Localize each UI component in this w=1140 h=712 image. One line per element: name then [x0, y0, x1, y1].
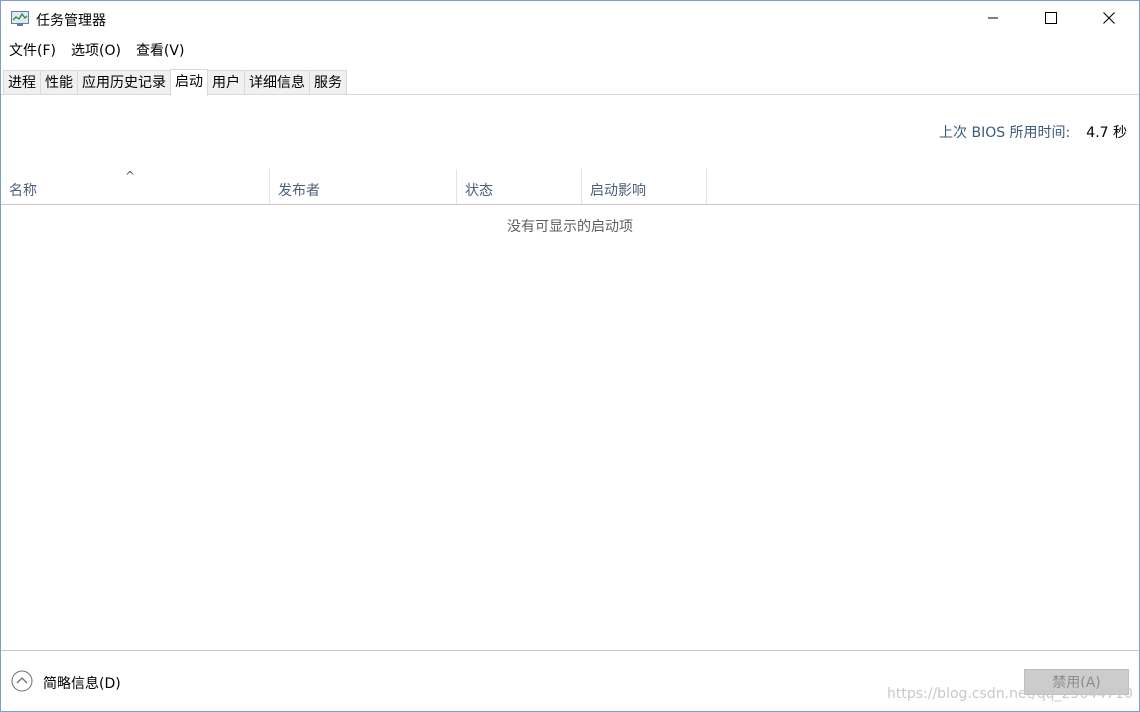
menu-view[interactable]: 查看(V)	[128, 39, 192, 63]
column-label-startup-impact: 启动影响	[590, 183, 646, 199]
sort-ascending-icon: ^	[125, 169, 136, 183]
column-header-name[interactable]: ^ 名称	[1, 169, 270, 204]
tab-bar: 进程 性能 应用历史记录 启动 用户 详细信息 服务	[1, 63, 1139, 96]
tab-performance[interactable]: 性能	[40, 70, 77, 95]
menu-bar: 文件(F) 选项(O) 查看(V)	[1, 39, 1139, 63]
watermark-text: https://blog.csdn.net/qq_25644710	[887, 686, 1133, 702]
column-header-status[interactable]: 状态	[457, 169, 582, 204]
tab-services[interactable]: 服务	[309, 70, 347, 95]
bios-time-label: 上次 BIOS 所用时间:	[939, 125, 1071, 141]
fewer-details-button[interactable]: 简略信息(D)	[43, 673, 121, 693]
task-manager-window: 任务管理器 文件(F) 选项(O) 查看(V) 进程 性能 应用历史记录 启动	[0, 0, 1140, 712]
maximize-button[interactable]	[1022, 1, 1080, 39]
menu-options[interactable]: 选项(O)	[63, 39, 128, 63]
column-label-name: 名称	[9, 183, 37, 199]
close-icon	[1103, 12, 1115, 28]
column-header-publisher[interactable]: 发布者	[270, 169, 457, 204]
tab-app-history[interactable]: 应用历史记录	[77, 70, 170, 95]
bios-time: 上次 BIOS 所用时间: 4.7 秒	[939, 122, 1127, 142]
tab-details[interactable]: 详细信息	[244, 70, 309, 95]
bios-time-value: 4.7 秒	[1086, 125, 1127, 141]
maximize-icon	[1045, 12, 1057, 28]
chevron-up-circle-icon[interactable]	[11, 670, 33, 692]
window-title: 任务管理器	[36, 13, 106, 29]
tab-startup[interactable]: 启动	[170, 69, 208, 96]
column-header-row: ^ 名称 发布者 状态 启动影响	[1, 169, 1139, 205]
title-bar[interactable]: 任务管理器	[1, 1, 1139, 39]
task-manager-icon	[11, 11, 29, 27]
column-header-startup-impact[interactable]: 启动影响	[582, 169, 707, 204]
minimize-button[interactable]	[964, 1, 1022, 39]
column-label-publisher: 发布者	[278, 183, 320, 199]
menu-file[interactable]: 文件(F)	[1, 39, 63, 63]
minimize-icon	[987, 12, 999, 28]
column-label-status: 状态	[465, 183, 493, 199]
tab-processes[interactable]: 进程	[3, 70, 40, 95]
empty-list-message: 没有可显示的启动项	[507, 219, 633, 235]
close-button[interactable]	[1080, 1, 1138, 39]
tab-users[interactable]: 用户	[208, 70, 244, 95]
status-bar: 简略信息(D) 禁用(A)	[1, 650, 1139, 711]
